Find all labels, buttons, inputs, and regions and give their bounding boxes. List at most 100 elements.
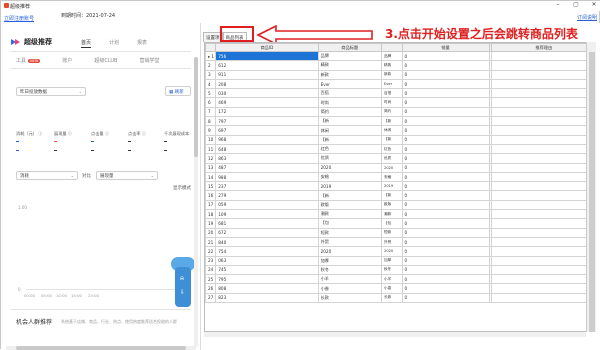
bell-icon[interactable]: ⍾ xyxy=(180,275,184,283)
product-reason[interactable] xyxy=(490,60,595,71)
product-reason[interactable] xyxy=(490,97,595,108)
product-reason[interactable] xyxy=(490,171,595,183)
product-short[interactable]: 百搭 xyxy=(381,88,403,99)
product-short[interactable]: 2019 xyxy=(381,181,403,192)
product-title[interactable]: 短款 xyxy=(317,227,383,238)
product-id[interactable]: 487 xyxy=(215,162,319,173)
product-short[interactable]: 小香 xyxy=(381,283,403,294)
product-title[interactable]: 欧版 xyxy=(317,199,383,211)
product-id[interactable]: 795 xyxy=(215,274,319,285)
table-row[interactable]: 10 968 【新 【新 0 xyxy=(205,134,595,145)
product-id[interactable]: 208 xyxy=(215,78,319,90)
table-row[interactable]: 17 059 欧版 欧版 0 xyxy=(205,199,595,211)
tab-plan[interactable]: 计划 xyxy=(109,39,119,48)
product-short[interactable]: 欧版 xyxy=(381,199,403,211)
product-title[interactable]: 加厚 xyxy=(317,255,383,266)
product-sales[interactable]: 0 xyxy=(401,50,490,62)
product-sales[interactable]: 0 xyxy=(401,227,490,238)
product-id[interactable]: 863 xyxy=(215,153,319,164)
product-reason[interactable] xyxy=(490,125,595,136)
table-row[interactable]: 15 237 2019 2019 0 xyxy=(205,181,595,192)
product-reason[interactable] xyxy=(490,143,595,155)
product-short[interactable]: 时尚 xyxy=(381,97,403,108)
product-title[interactable]: 时尚 xyxy=(317,97,383,108)
product-sales[interactable]: 0 xyxy=(401,218,490,229)
table-row[interactable]: 6 469 时尚 时尚 0 xyxy=(205,97,595,108)
product-id[interactable]: 648 xyxy=(215,143,319,155)
table-row[interactable]: 18 109 潮款 潮款 0 xyxy=(205,209,595,220)
product-id[interactable]: 745 xyxy=(215,264,319,276)
tab-account[interactable]: 账户 xyxy=(62,57,72,64)
product-id[interactable]: 172 xyxy=(215,106,319,118)
product-title[interactable]: 【新 xyxy=(317,190,383,201)
product-short[interactable]: 红色 xyxy=(381,143,403,155)
product-short[interactable]: Ever xyxy=(381,78,403,90)
product-title[interactable]: 2020 xyxy=(317,246,383,257)
product-sales[interactable]: 0 xyxy=(401,143,490,155)
product-id[interactable]: 030 xyxy=(215,88,319,99)
product-sales[interactable]: 0 xyxy=(401,209,490,220)
table-row[interactable]: 22 754 2020 2020 0 xyxy=(205,246,595,257)
product-id[interactable]: 109 xyxy=(215,209,319,220)
product-title[interactable]: 小香 xyxy=(317,283,383,294)
product-title[interactable]: 品牌 xyxy=(317,50,383,62)
product-title[interactable]: 精致 xyxy=(317,60,383,71)
product-title[interactable]: 百搭 xyxy=(317,88,383,99)
product-id[interactable]: 823 xyxy=(215,292,319,304)
table-row[interactable]: 7 172 简约 简约 0 xyxy=(205,106,595,118)
product-title[interactable]: 【包 xyxy=(317,218,383,229)
product-short[interactable]: 精致 xyxy=(381,60,403,71)
product-sales[interactable]: 0 xyxy=(401,292,490,304)
table-row[interactable]: 2 612 精致 精致 0 xyxy=(205,60,595,71)
product-reason[interactable] xyxy=(490,283,595,294)
product-sales[interactable]: 0 xyxy=(401,78,490,90)
product-reason[interactable] xyxy=(490,199,595,211)
product-reason[interactable] xyxy=(490,209,595,220)
product-sales[interactable]: 0 xyxy=(401,116,490,127)
product-short[interactable]: 【新 xyxy=(381,190,403,201)
maximize-button[interactable]: ▢ xyxy=(572,1,580,11)
table-row[interactable]: 24 745 秋冬 秋冬 0 xyxy=(205,264,595,276)
product-reason[interactable] xyxy=(490,134,595,145)
table-row[interactable]: 26 808 小香 小香 0 xyxy=(205,283,595,294)
product-short[interactable]: 【包 xyxy=(381,218,403,229)
product-sales[interactable]: 0 xyxy=(401,97,490,108)
product-reason[interactable] xyxy=(490,190,595,201)
product-short[interactable]: 2020 xyxy=(381,162,403,173)
product-sales[interactable]: 0 xyxy=(401,69,490,80)
product-title[interactable]: 休闲 xyxy=(317,125,383,136)
product-short[interactable]: 简约 xyxy=(381,106,403,118)
product-sales[interactable]: 0 xyxy=(401,88,490,99)
table-row[interactable]: 16 279 【新 【新 0 xyxy=(205,190,595,201)
display-mode-label[interactable]: 显示模式 xyxy=(173,185,191,191)
register-link[interactable]: 立即注册账号 xyxy=(4,15,34,22)
metric-select-right[interactable]: 展现量 ⌄ xyxy=(96,171,158,180)
product-sales[interactable]: 0 xyxy=(401,264,490,276)
grid-vertical-scrollbar[interactable] xyxy=(586,42,596,332)
product-reason[interactable] xyxy=(490,246,595,257)
product-short[interactable]: 加厚 xyxy=(381,255,403,266)
table-row[interactable]: 11 648 红色 红色 0 xyxy=(205,143,595,155)
product-title[interactable]: 秋冬 xyxy=(317,264,383,276)
product-id[interactable]: 469 xyxy=(215,97,319,108)
product-title[interactable]: 长款 xyxy=(317,292,383,304)
product-reason[interactable] xyxy=(490,88,595,99)
column-header-reason[interactable]: 推荐理由 xyxy=(490,43,595,52)
product-short[interactable]: 休闲 xyxy=(381,125,403,136)
product-id[interactable]: 808 xyxy=(215,283,319,294)
product-reason[interactable] xyxy=(490,181,595,192)
product-reason[interactable] xyxy=(490,274,595,285)
product-reason[interactable] xyxy=(490,292,595,304)
product-title[interactable]: 2019 xyxy=(317,181,383,192)
tab-home[interactable]: 首页 xyxy=(81,39,92,48)
left-horizontal-scrollbar[interactable] xyxy=(6,346,196,350)
floating-service-widget[interactable]: ⍾ ⇩ xyxy=(171,257,195,307)
product-id[interactable]: 237 xyxy=(215,181,319,192)
product-sales[interactable]: 0 xyxy=(401,60,490,71)
product-title[interactable]: 简约 xyxy=(317,106,383,118)
table-row[interactable]: 8 797 【新 【新 0 xyxy=(205,116,595,127)
product-short[interactable]: 安格 xyxy=(381,171,403,183)
product-title[interactable]: 安格 xyxy=(317,171,383,183)
product-title[interactable]: 外贸 xyxy=(317,236,383,248)
date-range-select[interactable]: 昨日投放数据 ⌄ xyxy=(16,87,86,96)
